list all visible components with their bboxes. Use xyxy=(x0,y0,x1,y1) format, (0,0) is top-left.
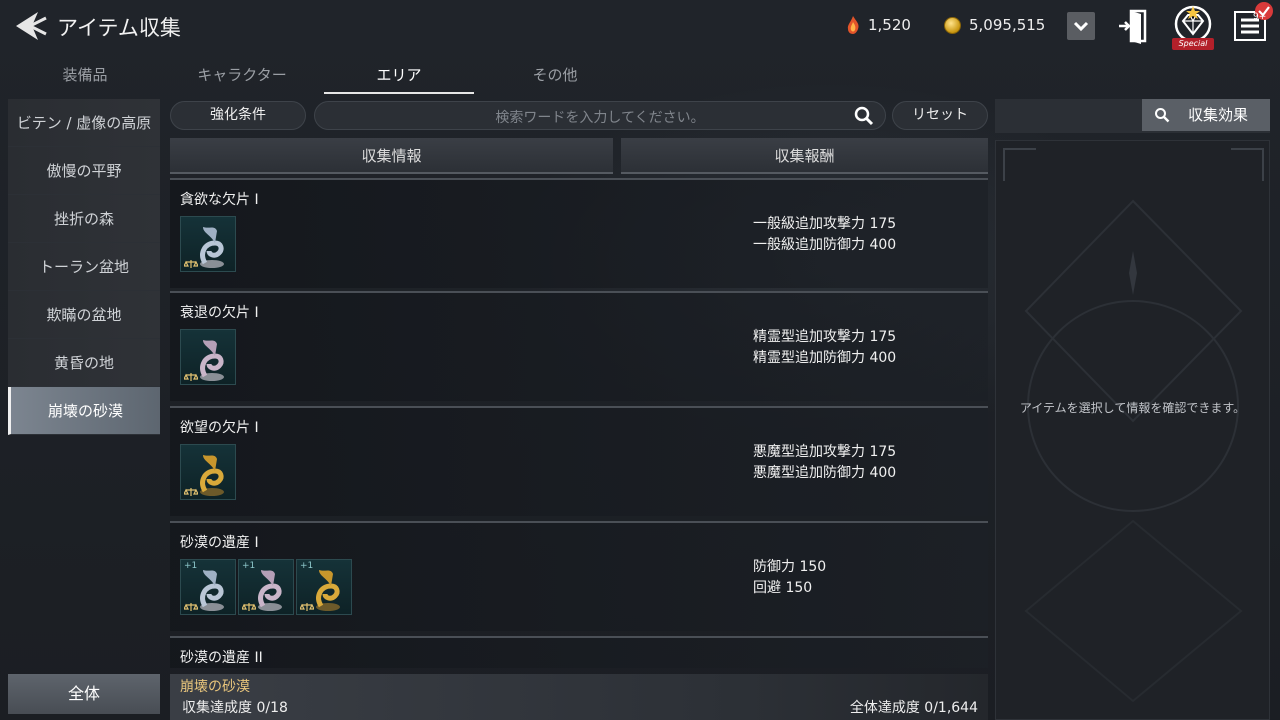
tab-character[interactable]: キャラクター xyxy=(167,62,317,94)
gold-coin-icon xyxy=(944,16,961,34)
item-slot[interactable]: +1 xyxy=(296,559,352,615)
collection-reward: 防御力 150 回避 150 xyxy=(753,557,826,599)
collection-name: 貪欲な欠片 Ⅰ xyxy=(180,192,259,208)
collection-effect-label: 収集効果 xyxy=(1188,106,1249,124)
sidebar-item-toran-basin[interactable]: トーラン盆地 xyxy=(8,243,160,291)
reward-line: 回避 150 xyxy=(753,580,813,596)
reset-button[interactable]: リセット xyxy=(892,101,988,130)
sidebar-item-frustration-forest[interactable]: 挫折の森 xyxy=(8,195,160,243)
item-slots xyxy=(180,329,236,385)
reward-line: 精霊型追加防御力 400 xyxy=(753,350,897,366)
detail-empty-message: アイテムを選択して情報を確認できます。 xyxy=(1019,401,1246,415)
currency-gold-value: 5,095,515 xyxy=(969,16,1046,34)
page-title: アイテム収集 xyxy=(57,16,181,40)
sidebar-item-collapse-desert[interactable]: 崩壊の砂漠 xyxy=(8,387,160,435)
collection-name: 欲望の欠片 Ⅰ xyxy=(180,420,259,436)
notification-count: 9+ xyxy=(1253,12,1267,22)
footer-total-progress: 全体達成度 0/1,644 xyxy=(849,700,978,716)
tab-equipment[interactable]: 装備品 xyxy=(10,62,160,94)
currency-gem-value: 1,520 xyxy=(868,16,911,34)
sidebar-item-arrogance-plain[interactable]: 傲慢の平野 xyxy=(8,147,160,195)
collection-row[interactable]: 砂漠の遺産 II xyxy=(170,636,988,668)
scale-icon xyxy=(184,260,198,268)
item-slots: +1 +1 +1 xyxy=(180,559,352,615)
exit-door-icon[interactable] xyxy=(1117,8,1149,44)
item-slots xyxy=(180,216,236,272)
column-header-info: 収集情報 xyxy=(170,138,613,174)
collection-row[interactable]: 貪欲な欠片 Ⅰ 一般級追加攻撃力 175 一般級追加防御力 400 xyxy=(170,178,988,288)
sidebar-item-twilight-land[interactable]: 黄昏の地 xyxy=(8,339,160,387)
search-placeholder: 検索ワードを入力してください。 xyxy=(495,110,705,126)
collection-reward: 精霊型追加攻撃力 175 精霊型追加防御力 400 xyxy=(753,327,896,369)
reward-line: 防御力 150 xyxy=(753,559,827,575)
reward-line: 精霊型追加攻撃力 175 xyxy=(753,329,897,345)
scale-icon xyxy=(184,603,198,611)
item-detail-panel: アイテムを選択して情報を確認できます。 xyxy=(995,140,1270,720)
footer-area-name: 崩壊の砂漠 xyxy=(180,679,250,695)
back-arrow-icon[interactable] xyxy=(8,8,48,44)
chevron-down-icon xyxy=(1073,21,1089,32)
collection-name: 衰退の欠片 Ⅰ xyxy=(180,305,259,321)
scale-icon xyxy=(184,488,198,496)
area-sidebar: ビテン / 虚像の高原 傲慢の平野 挫折の森 トーラン盆地 欺瞞の盆地 黄昏の地… xyxy=(8,99,160,435)
all-areas-button[interactable]: 全体 xyxy=(8,674,160,714)
search-icon xyxy=(1155,108,1170,123)
reward-line: 悪魔型追加防御力 400 xyxy=(753,465,897,481)
header: アイテム収集 1,520 5,095,515 Special 9+ xyxy=(0,0,1280,52)
item-enhance-level: +1 xyxy=(242,561,256,571)
collection-footer: 崩壊の砂漠 収集達成度 0/18 全体達成度 0/1,644 xyxy=(170,674,988,720)
sidebar-item-deception-basin[interactable]: 欺瞞の盆地 xyxy=(8,291,160,339)
collection-name: 砂漠の遺産 Ⅰ xyxy=(180,535,259,551)
collection-list[interactable]: 貪欲な欠片 Ⅰ 一般級追加攻撃力 175 一般級追加防御力 400 衰退の欠片 … xyxy=(170,178,988,668)
reward-line: 一般級追加防御力 400 xyxy=(753,237,897,253)
sidebar-item-viten[interactable]: ビテン / 虚像の高原 xyxy=(8,99,160,147)
item-slots xyxy=(180,444,236,500)
item-slot[interactable] xyxy=(180,216,236,272)
currency-dropdown-button[interactable] xyxy=(1067,12,1095,40)
scale-icon xyxy=(300,603,314,611)
flame-crystal-icon xyxy=(847,16,859,34)
reward-line: 一般級追加攻撃力 175 xyxy=(753,216,897,232)
collection-name: 砂漠の遺産 II xyxy=(180,650,263,666)
item-slot[interactable]: +1 xyxy=(180,559,236,615)
item-slot[interactable] xyxy=(180,444,236,500)
column-header-reward: 収集報酬 xyxy=(621,138,988,174)
collection-row[interactable]: 欲望の欠片 Ⅰ 悪魔型追加攻撃力 175 悪魔型追加防御力 400 xyxy=(170,406,988,516)
special-shop-button[interactable]: Special xyxy=(1168,4,1218,50)
footer-area-progress: 収集達成度 0/18 xyxy=(182,700,288,716)
reward-line: 悪魔型追加攻撃力 175 xyxy=(753,444,897,460)
item-enhance-level: +1 xyxy=(184,561,198,571)
item-enhance-level: +1 xyxy=(300,561,314,571)
special-label: Special xyxy=(1172,38,1214,50)
collection-row[interactable]: 衰退の欠片 Ⅰ 精霊型追加攻撃力 175 精霊型追加防御力 400 xyxy=(170,291,988,401)
enhance-condition-button[interactable]: 強化条件 xyxy=(170,101,306,130)
search-input[interactable]: 検索ワードを入力してください。 xyxy=(314,101,886,130)
currency-gem: 1,520 xyxy=(846,16,911,34)
item-slot[interactable] xyxy=(180,329,236,385)
tab-other[interactable]: その他 xyxy=(480,62,630,94)
collection-reward: 悪魔型追加攻撃力 175 悪魔型追加防御力 400 xyxy=(753,442,896,484)
ornament-frame-icon xyxy=(1003,148,1264,703)
tab-area[interactable]: エリア xyxy=(324,62,474,94)
scale-icon xyxy=(242,603,256,611)
item-slot[interactable]: +1 xyxy=(238,559,294,615)
currency-gold: 5,095,515 xyxy=(944,16,1045,34)
collection-reward: 一般級追加攻撃力 175 一般級追加防御力 400 xyxy=(753,214,896,256)
search-icon[interactable] xyxy=(854,106,874,126)
scale-icon xyxy=(184,373,198,381)
collection-effect-button[interactable]: 収集効果 xyxy=(1142,99,1270,131)
collection-row[interactable]: 砂漠の遺産 Ⅰ +1 +1 +1 防御力 150 回避 150 xyxy=(170,521,988,631)
